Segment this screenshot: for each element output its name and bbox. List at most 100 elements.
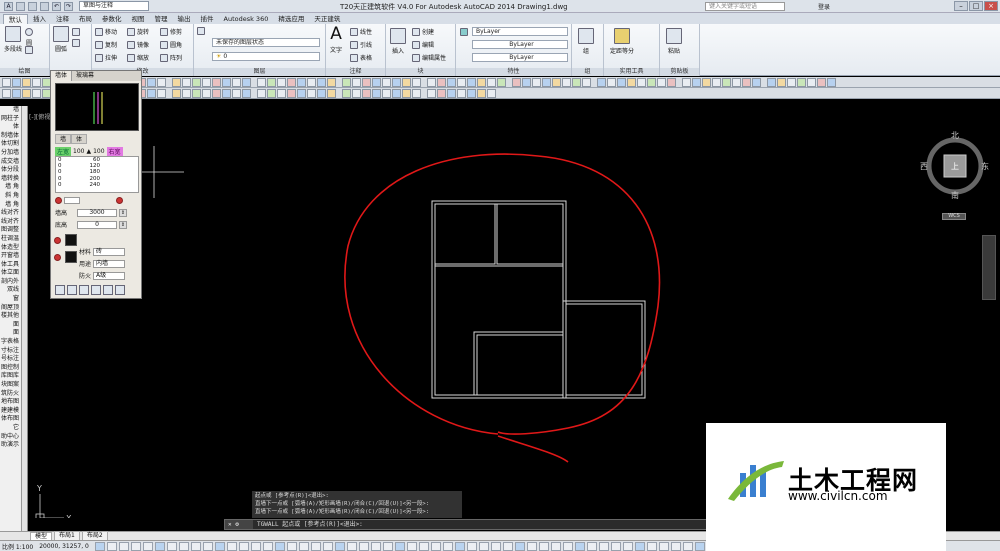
screen-menu-item[interactable]: 筑防火	[0, 390, 21, 399]
right-width-value[interactable]: 100	[93, 148, 104, 155]
layer-state-select[interactable]: 未保存的图层状态	[212, 38, 320, 47]
panel-label-layer[interactable]: 图层	[194, 68, 325, 76]
screen-menu-item[interactable]: 地布图	[0, 398, 21, 407]
toolbar-button-icon[interactable]	[457, 77, 466, 87]
screen-menu-item[interactable]: 助中心	[0, 433, 21, 442]
create-block-button[interactable]: 创建	[412, 27, 434, 36]
toolbar-button-icon[interactable]	[257, 77, 266, 87]
toolbar-button-icon[interactable]	[817, 77, 826, 87]
spinner-icon[interactable]: ⇕	[119, 220, 127, 229]
status-toggle-icon[interactable]	[250, 541, 261, 551]
status-toggle-icon[interactable]	[274, 541, 285, 551]
toolbar-button-icon[interactable]	[477, 88, 486, 98]
toolbar-button-icon[interactable]	[277, 88, 286, 98]
toolbar-button-icon[interactable]	[722, 77, 731, 87]
panel-label-clipboard[interactable]: 剪贴板	[660, 68, 699, 76]
status-toggle-icon[interactable]	[214, 541, 225, 551]
wall-pattern-swatch[interactable]	[65, 234, 77, 246]
status-toggle-icon[interactable]	[574, 541, 585, 551]
status-toggle-icon[interactable]	[610, 541, 621, 551]
status-toggle-icon[interactable]	[694, 541, 705, 551]
toolbar-button-icon[interactable]	[342, 88, 351, 98]
linear-dim-button[interactable]: 线性	[350, 27, 372, 36]
toolbar-button-icon[interactable]	[257, 88, 266, 98]
mirror-button[interactable]: 镜像	[127, 40, 149, 49]
toolbar-button-icon[interactable]	[732, 77, 741, 87]
toolbar-button-icon[interactable]	[147, 88, 156, 98]
pick-icon-2[interactable]	[54, 254, 61, 261]
toolbar-button-icon[interactable]	[297, 88, 306, 98]
toolbar-button-icon[interactable]	[317, 88, 326, 98]
material-select[interactable]: 砖	[93, 247, 126, 256]
toolbar-button-icon[interactable]	[192, 77, 201, 87]
linetype-select[interactable]: ByLayer	[472, 40, 568, 49]
tab-featured-apps[interactable]: 精选应用	[273, 14, 309, 24]
screen-menu-item[interactable]: 阁屋顶	[0, 304, 21, 313]
toolbar-button-icon[interactable]	[692, 77, 701, 87]
toolbar-button-icon[interactable]	[32, 88, 41, 98]
straight-wall-icon[interactable]	[55, 285, 65, 295]
modify-icon[interactable]	[115, 285, 125, 295]
layer-properties-button[interactable]	[197, 27, 205, 35]
status-toggle-icon[interactable]	[94, 541, 105, 551]
small-field[interactable]	[64, 197, 80, 204]
clear-icon[interactable]	[116, 197, 123, 204]
toolbar-button-icon[interactable]	[542, 77, 551, 87]
status-toggle-icon[interactable]	[442, 541, 453, 551]
toolbar-button-icon[interactable]	[12, 77, 21, 87]
list-item[interactable]: 0 240	[56, 182, 138, 188]
status-toggle-icon[interactable]	[658, 541, 669, 551]
wcs-menu[interactable]: WCS	[942, 213, 966, 220]
toolbar-button-icon[interactable]	[682, 77, 691, 87]
viewcube-east[interactable]: 东	[981, 161, 989, 172]
status-toggle-icon[interactable]	[514, 541, 525, 551]
polyline-button[interactable]: 多段线	[4, 26, 22, 53]
panel-label-properties[interactable]: 特性	[456, 68, 571, 76]
status-toggle-icon[interactable]	[298, 541, 309, 551]
toolbar-button-icon[interactable]	[327, 77, 336, 87]
toolbar-button-icon[interactable]	[427, 77, 436, 87]
pick-icon[interactable]	[54, 237, 61, 244]
toolbar-button-icon[interactable]	[352, 88, 361, 98]
status-toggle-icon[interactable]	[166, 541, 177, 551]
tab-layout[interactable]: 布局	[74, 14, 97, 24]
tab-plugins[interactable]: 插件	[196, 14, 219, 24]
color-select[interactable]: ByLayer	[472, 27, 568, 36]
tab-parametric[interactable]: 参数化	[97, 14, 127, 24]
toolbar-button-icon[interactable]	[242, 88, 251, 98]
status-toggle-icon[interactable]	[358, 541, 369, 551]
toolbar-button-icon[interactable]	[242, 77, 251, 87]
status-toggle-icon[interactable]	[682, 541, 693, 551]
delete-icon[interactable]	[55, 197, 62, 204]
status-toggle-icon[interactable]	[466, 541, 477, 551]
wall-pattern-swatch-2[interactable]	[65, 251, 77, 263]
viewcube[interactable]: 北 南 东 西 上 WCS	[920, 128, 990, 220]
toolbar-button-icon[interactable]	[2, 88, 11, 98]
toolbar-button-icon[interactable]	[317, 77, 326, 87]
status-toggle-icon[interactable]	[226, 541, 237, 551]
status-toggle-icon[interactable]	[562, 541, 573, 551]
scale-button[interactable]: 缩放	[127, 53, 149, 62]
text-button[interactable]: A 文字	[330, 26, 342, 55]
toolbar-button-icon[interactable]	[597, 77, 606, 87]
screen-menu-item[interactable]: 体	[0, 123, 21, 132]
status-toggle-icon[interactable]	[646, 541, 657, 551]
copy-button[interactable]: 复制	[95, 40, 117, 49]
toolbar-button-icon[interactable]	[2, 77, 11, 87]
navigation-bar[interactable]	[982, 235, 996, 300]
status-toggle-icon[interactable]	[634, 541, 645, 551]
open-icon[interactable]	[28, 1, 37, 11]
status-toggle-icon[interactable]	[382, 541, 393, 551]
toolbar-button-icon[interactable]	[437, 88, 446, 98]
toolbar-button-icon[interactable]	[22, 77, 31, 87]
screen-menu-item[interactable]: 线对齐	[0, 209, 21, 218]
scale-readout[interactable]: 比例 1:100	[2, 542, 33, 551]
toolbar-button-icon[interactable]	[447, 77, 456, 87]
screen-menu-item[interactable]: 成交墙	[0, 158, 21, 167]
panel-label-annotation[interactable]: 注释	[326, 68, 385, 76]
screen-menu-item[interactable]: 墙 角	[0, 183, 21, 192]
toolbar-button-icon[interactable]	[827, 77, 836, 87]
fillet-button[interactable]: 圆角	[160, 40, 182, 49]
match-properties-button[interactable]	[460, 28, 468, 36]
screen-menu-item[interactable]: 字表格	[0, 338, 21, 347]
